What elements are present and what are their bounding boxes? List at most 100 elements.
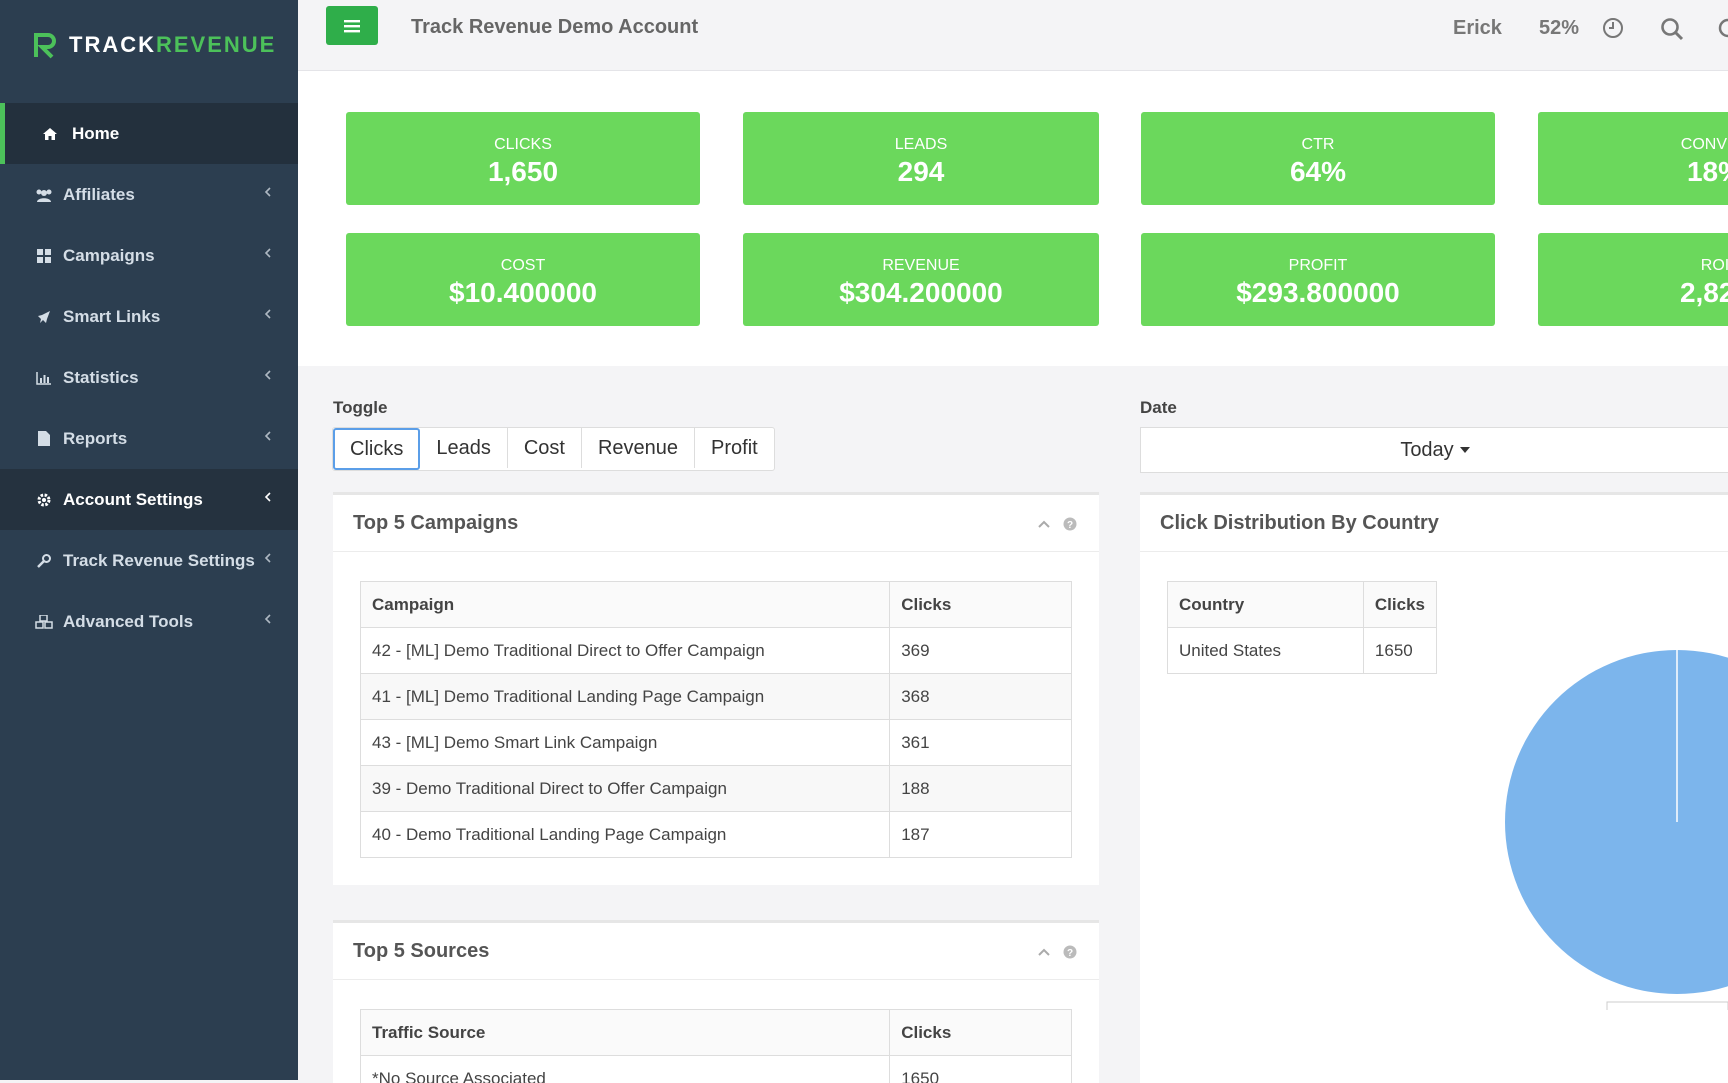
user-name[interactable]: Erick [1453,17,1502,40]
toggle-revenue[interactable]: Revenue [582,428,695,468]
table-cell: 1650 [890,1056,1072,1083]
sidebar-item-home[interactable]: Home [0,103,298,164]
sidebar-item-label: Account Settings [63,490,203,510]
menu-toggle-button[interactable] [326,6,378,45]
stat-ctr: CTR 64% [1141,112,1495,205]
campaigns-table: Campaign Clicks 42 - [ML] Demo Tradition… [360,581,1072,858]
table-cell: 361 [890,720,1072,766]
toggle-clicks[interactable]: Clicks [333,428,420,470]
table-header-row: Country Clicks [1168,582,1437,628]
card-header: Top 5 Sources ? [333,923,1099,980]
table-header-row: Traffic Source Clicks [361,1010,1072,1056]
sidebar-item-label: Campaigns [63,246,155,266]
top-bar: Track Revenue Demo Account Erick 52% [298,0,1728,71]
column-header: Campaign [361,582,890,628]
stat-profit: PROFIT $293.800000 [1141,233,1495,326]
toggle-cost[interactable]: Cost [508,428,582,468]
table-row: 40 - Demo Traditional Landing Page Campa… [361,812,1072,858]
table-cell: 368 [890,674,1072,720]
chevron-left-icon [264,247,272,259]
table-cell: 40 - Demo Traditional Landing Page Campa… [361,812,890,858]
toggle-leads[interactable]: Leads [420,428,508,468]
collapse-chevron-up-icon[interactable] [1037,519,1051,529]
stat-value: 18% [1538,156,1728,188]
usage-percent: 52% [1539,17,1579,40]
sidebar-item-advanced-tools[interactable]: Advanced Tools [0,591,298,652]
table-row: 43 - [ML] Demo Smart Link Campaign 361 [361,720,1072,766]
stat-value: $304.200000 [743,277,1099,309]
brand-logo[interactable]: TRACKREVENUE [33,30,276,60]
help-icon[interactable]: ? [1063,517,1077,531]
sidebar-item-affiliates[interactable]: Affiliates [0,164,298,225]
collapse-chevron-up-icon[interactable] [1037,947,1051,957]
country-table: Country Clicks United States 1650 [1167,581,1437,674]
table-cell: 41 - [ML] Demo Traditional Landing Page … [361,674,890,720]
more-icon[interactable] [1718,17,1728,41]
account-title: Track Revenue Demo Account [411,16,698,39]
column-header: Traffic Source [361,1010,890,1056]
date-select[interactable]: Today [1140,427,1728,473]
card-title: Top 5 Campaigns [353,512,518,535]
sidebar-item-label: Affiliates [63,185,135,205]
grid-icon [34,249,54,263]
sidebar-item-campaigns[interactable]: Campaigns [0,225,298,286]
stats-panel: CLICKS 1,650 LEADS 294 CTR 64% CONVER 18… [298,71,1728,366]
stat-conversion: CONVER 18% [1538,112,1728,205]
stat-value: 2,825 [1538,277,1728,309]
sidebar-item-track-revenue-settings[interactable]: Track Revenue Settings [0,530,298,591]
svg-text:?: ? [1067,948,1073,959]
chevron-left-icon [264,308,272,320]
stat-value: $293.800000 [1141,277,1495,309]
wrench-icon [34,554,54,568]
sidebar-item-smart-links[interactable]: Smart Links [0,286,298,347]
stat-label: ROI [1538,257,1728,275]
card-title: Click Distribution By Country [1160,512,1439,535]
stat-label: COST [346,257,700,275]
sidebar-item-statistics[interactable]: Statistics [0,347,298,408]
table-row: 39 - Demo Traditional Direct to Offer Ca… [361,766,1072,812]
table-row: 41 - [ML] Demo Traditional Landing Page … [361,674,1072,720]
chevron-left-icon [264,552,272,564]
chevron-left-icon [264,430,272,442]
top-campaigns-card: Top 5 Campaigns ? Campaign Clicks 42 - [… [333,492,1099,885]
gear-icon [34,493,54,507]
toggle-label: Toggle [333,398,387,418]
table-cell: 1650 [1363,628,1436,674]
pie-slice-united-states[interactable] [1505,650,1728,994]
stat-label: REVENUE [743,257,1099,275]
sidebar-item-label: Smart Links [63,307,160,327]
sidebar-item-label: Reports [63,429,127,449]
sidebar-item-label: Advanced Tools [63,612,193,632]
table-cell: 188 [890,766,1072,812]
stat-roi: ROI 2,825 [1538,233,1728,326]
home-icon [40,127,60,141]
column-header: Clicks [890,582,1072,628]
help-icon[interactable]: ? [1063,945,1077,959]
stat-label: PROFIT [1141,257,1495,275]
rocket-icon [34,310,54,324]
country-distribution-card: Click Distribution By Country Country Cl… [1140,492,1728,1083]
card-tools: ? [1037,945,1077,959]
stat-roi-clip: ROI 2,825 [1538,233,1728,326]
stat-clicks: CLICKS 1,650 [346,112,700,205]
stat-value: 64% [1141,156,1495,188]
logo-mark-icon [33,31,59,59]
file-icon [34,431,54,446]
country-pie-chart [1505,650,1728,1010]
stat-leads: LEADS 294 [743,112,1099,205]
brand-part2: REVENUE [156,32,276,57]
sidebar-item-account-settings[interactable]: Account Settings [0,469,298,530]
pie-legend-box [1607,1002,1728,1010]
cubes-icon [34,615,54,629]
chevron-left-icon [264,613,272,625]
stat-label: CONVER [1538,136,1728,154]
search-icon[interactable] [1660,17,1684,41]
clock-icon[interactable] [1602,17,1624,39]
toggle-profit[interactable]: Profit [695,428,774,468]
sidebar-item-reports[interactable]: Reports [0,408,298,469]
chevron-left-icon [264,186,272,198]
table-cell: 42 - [ML] Demo Traditional Direct to Off… [361,628,890,674]
column-header: Country [1168,582,1364,628]
column-header: Clicks [890,1010,1072,1056]
table-cell: 187 [890,812,1072,858]
